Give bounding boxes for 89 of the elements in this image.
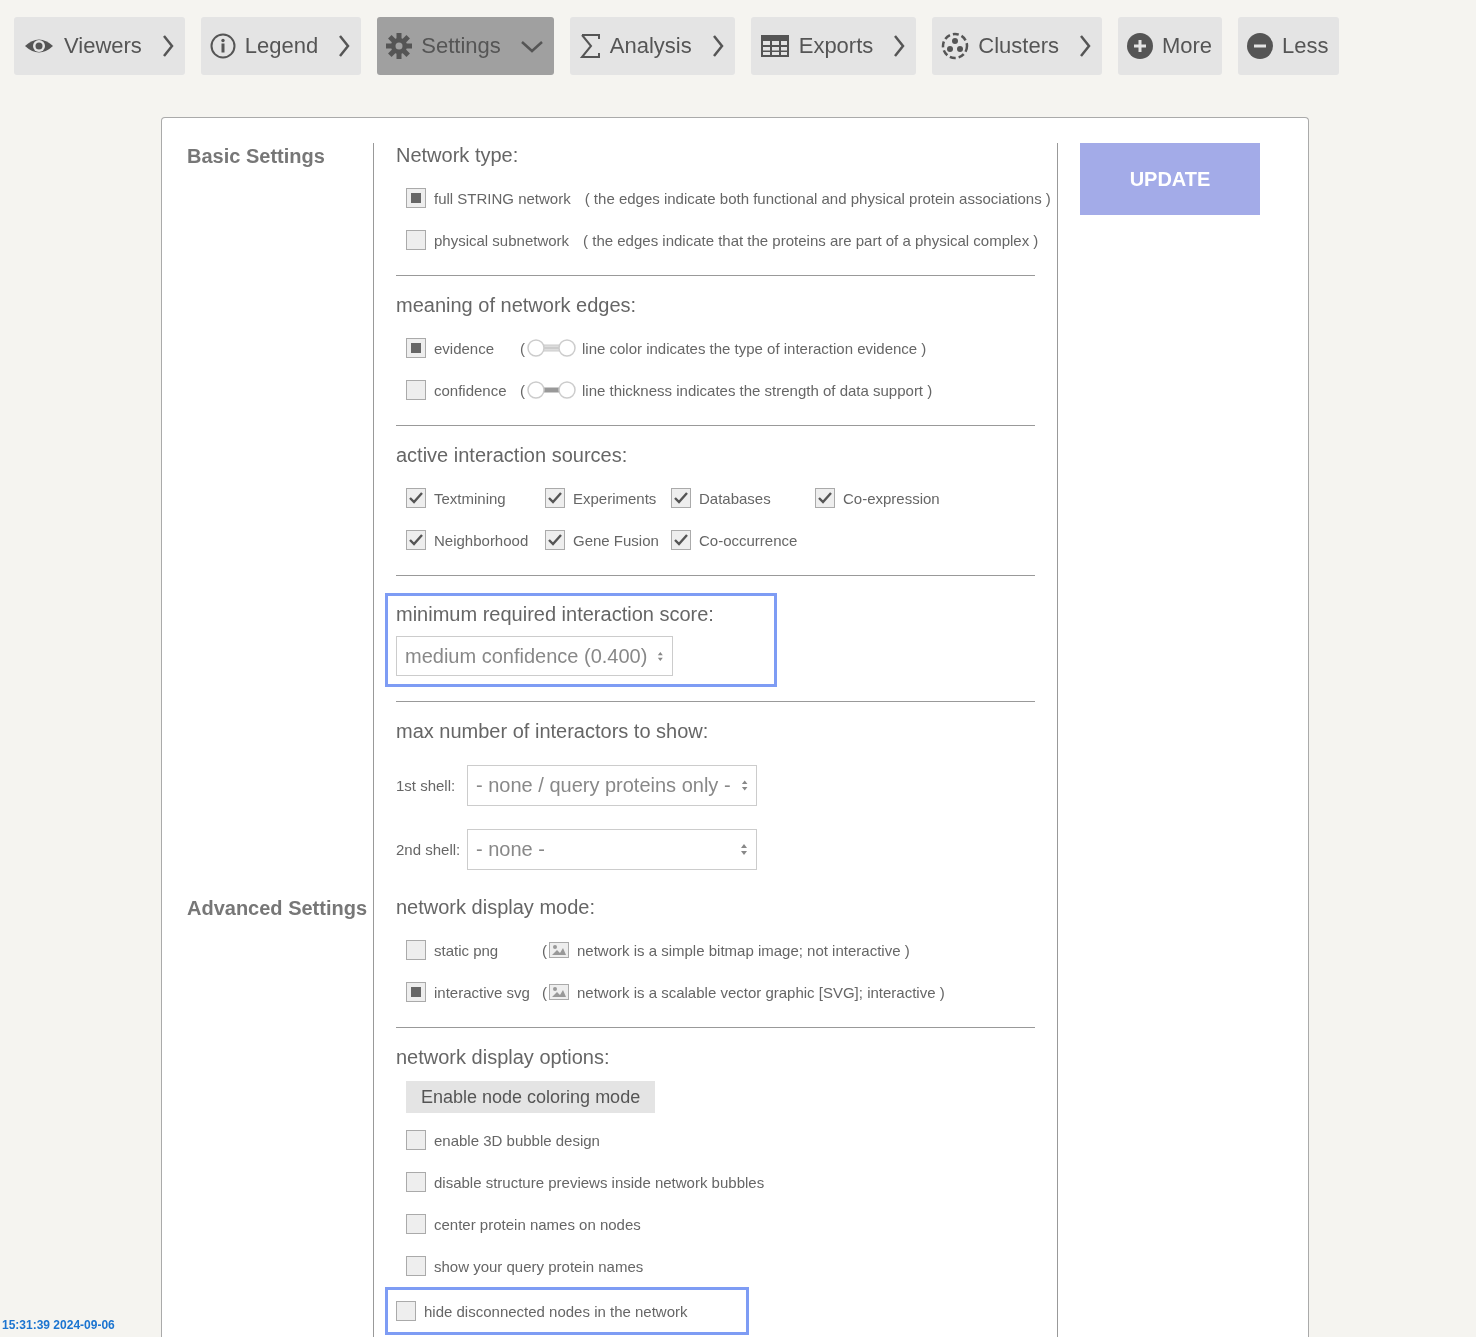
toolbar-button[interactable]: Less: [1238, 17, 1339, 75]
radio-checkbox[interactable]: [406, 380, 426, 400]
section-title: Basic Settings: [186, 144, 326, 169]
checkbox[interactable]: [406, 1214, 426, 1234]
option-description: network is a scalable vector graphic [SVG]; interactive ): [577, 983, 945, 1001]
group-heading: active interaction sources:: [396, 443, 629, 467]
chevron-down-icon: [519, 38, 544, 54]
option-description: line thickness indicates the strength of data support ): [582, 381, 933, 399]
option-description: line color indicates the type of interaction evidence ): [582, 339, 927, 357]
checkbox-label: Neighborhood: [434, 531, 529, 549]
section-title: Advanced Settings: [186, 896, 369, 921]
table-icon: [759, 34, 790, 58]
radio-checkbox[interactable]: [406, 188, 426, 208]
checkbox-label: Gene Fusion: [573, 531, 659, 549]
shell-dropdown[interactable]: - none -: [467, 828, 757, 870]
timestamp: 15:31:39 2024-09-06: [2, 1318, 115, 1332]
image-icon: [549, 942, 569, 958]
checkbox[interactable]: [545, 488, 565, 508]
plus-icon: [1127, 33, 1153, 59]
checkbox[interactable]: [406, 1130, 426, 1150]
shell-label: 1st shell:: [396, 776, 457, 794]
updown-arrow-icon: [740, 842, 748, 856]
checkbox[interactable]: [396, 1301, 416, 1321]
radio-checkbox[interactable]: [406, 940, 426, 960]
chevron-right-icon: [337, 34, 352, 58]
chevron-right-icon: [892, 34, 907, 58]
checkbox[interactable]: [671, 530, 691, 550]
option-description: ( the edges indicate that the proteins are part of a physical complex ): [583, 231, 1039, 249]
checkbox-label: enable 3D bubble design: [434, 1131, 600, 1149]
info-icon: [209, 33, 236, 59]
checkbox-label: Databases: [699, 489, 771, 507]
option-label: static png: [434, 941, 500, 959]
checkbox-label: disable structure previews inside network bubbles: [434, 1173, 765, 1191]
checkbox-label: Textmining: [434, 489, 506, 507]
toolbar-button[interactable]: Analysis: [569, 17, 735, 75]
parenthesis: (: [542, 941, 547, 959]
settings-icon: [386, 33, 413, 59]
option-label: interactive svg: [434, 983, 531, 1001]
updown-arrow-icon: [740, 778, 748, 792]
shell-dropdown[interactable]: - none / query proteins only -: [467, 764, 757, 806]
checkbox[interactable]: [406, 488, 426, 508]
toolbar-button[interactable]: Legend: [200, 17, 362, 75]
group-heading: minimum required interaction score:: [396, 602, 714, 626]
option-label: physical subnetwork: [434, 231, 570, 249]
parenthesis: (: [542, 983, 547, 1001]
radio-checkbox[interactable]: [406, 338, 426, 358]
checkbox[interactable]: [406, 1256, 426, 1276]
parenthesis: (: [520, 339, 525, 357]
checkbox[interactable]: [815, 488, 835, 508]
chevron-right-icon: [1078, 34, 1092, 58]
group-heading: network display mode:: [396, 895, 596, 919]
checkbox-label: Co-occurrence: [699, 531, 798, 549]
coloring-mode-button[interactable]: Enable node coloring mode: [406, 1081, 656, 1113]
checkbox-label: center protein names on nodes: [434, 1215, 641, 1233]
option-label: confidence: [434, 381, 508, 399]
option-description: ( the edges indicate both functional and physical protein associations ): [584, 189, 1051, 207]
checkbox[interactable]: [671, 488, 691, 508]
checkbox-label: show your query protein names: [434, 1257, 644, 1275]
score-dropdown[interactable]: medium confidence (0.400): [396, 636, 673, 676]
minus-icon: [1247, 33, 1274, 59]
group-heading: max number of interactors to show:: [396, 719, 710, 743]
clusters-icon: [941, 32, 970, 60]
group-heading: Network type:: [396, 143, 520, 167]
image-icon: [549, 984, 569, 1000]
chevron-right-icon: [710, 34, 725, 58]
option-label: full STRING network: [434, 189, 571, 207]
radio-checkbox[interactable]: [406, 982, 426, 1002]
group-heading: network display options:: [396, 1045, 611, 1069]
toggle-line-icon: [527, 339, 576, 357]
checkbox[interactable]: [545, 530, 565, 550]
parenthesis: (: [520, 381, 525, 399]
sigma-icon: [578, 33, 601, 59]
checkbox[interactable]: [406, 530, 426, 550]
shell-label: 2nd shell:: [396, 840, 462, 858]
chevron-right-icon: [160, 34, 175, 58]
toolbar-button[interactable]: Clusters: [932, 17, 1102, 75]
toolbar-button[interactable]: Exports: [750, 17, 917, 75]
group-heading: meaning of network edges:: [396, 293, 638, 317]
checkbox[interactable]: [406, 1172, 426, 1192]
checkbox-label: Experiments: [573, 489, 657, 507]
option-description: network is a simple bitmap image; not interactive ): [577, 941, 910, 959]
checkbox-label: hide disconnected nodes in the network: [424, 1302, 688, 1320]
radio-checkbox[interactable]: [406, 230, 426, 250]
updown-arrow-icon: [657, 649, 664, 663]
toolbar-button[interactable]: Viewers: [14, 17, 185, 75]
option-label: evidence: [434, 339, 496, 357]
toolbar-button[interactable]: More: [1118, 17, 1223, 75]
checkbox-label: Co-expression: [843, 489, 940, 507]
toggle-line-icon: [527, 381, 576, 399]
